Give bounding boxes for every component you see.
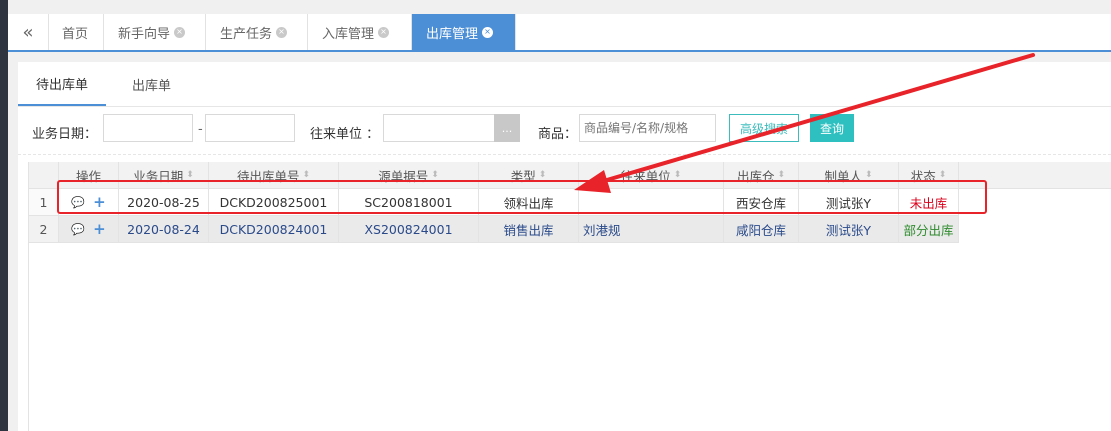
sort-icon[interactable]: ⬍ bbox=[674, 170, 682, 180]
tab-guide[interactable]: 新手向导 × bbox=[104, 14, 206, 50]
tab-bar: « 首页 新手向导 × 生产任务 × 入库管理 × 出库管理 × bbox=[8, 14, 1111, 52]
tab-inbound[interactable]: 入库管理 × bbox=[308, 14, 412, 50]
sort-icon[interactable]: ⬍ bbox=[431, 170, 439, 180]
product-label: 商品： bbox=[538, 127, 578, 142]
collapse-sidebar-icon[interactable]: « bbox=[8, 14, 49, 50]
close-icon[interactable]: × bbox=[378, 26, 390, 38]
header-rownum bbox=[29, 162, 59, 188]
close-icon[interactable]: × bbox=[482, 26, 494, 38]
comment-icon[interactable]: 💬 bbox=[71, 223, 85, 236]
annotation-highlight-box bbox=[57, 180, 987, 214]
advanced-search-button[interactable]: 高级搜索 bbox=[729, 114, 800, 142]
partner-label: 往来单位 ： bbox=[310, 127, 380, 142]
filter-bar: 业务日期： - 往来单位 ： ... 商品： 高级搜索 查询 bbox=[18, 112, 1111, 148]
tab-label: 新手向导 bbox=[118, 26, 171, 42]
sort-icon[interactable]: ⬍ bbox=[539, 170, 547, 180]
cell-type: 销售出库 bbox=[479, 216, 579, 242]
cell-pending-no: DCKD200824001 bbox=[209, 216, 339, 242]
tab-outbound[interactable]: 出库管理 × bbox=[412, 14, 516, 50]
partner-input[interactable] bbox=[383, 114, 495, 142]
row-number: 2 bbox=[29, 216, 59, 242]
cell-warehouse: 咸阳仓库 bbox=[724, 216, 799, 242]
sort-icon[interactable]: ⬍ bbox=[186, 170, 194, 180]
tab-home[interactable]: 首页 bbox=[48, 14, 104, 50]
date-from-input[interactable] bbox=[103, 114, 193, 142]
query-button[interactable]: 查询 bbox=[810, 114, 855, 142]
sub-tab-bar: 待出库单 出库单 bbox=[18, 62, 1111, 107]
business-date-label: 业务日期： bbox=[32, 127, 98, 142]
tab-label: 出库管理 bbox=[426, 26, 479, 42]
tab-label: 生产任务 bbox=[220, 26, 273, 42]
partner-picker-button[interactable]: ... bbox=[494, 114, 520, 142]
cell-source-no: XS200824001 bbox=[339, 216, 479, 242]
tab-label: 首页 bbox=[62, 26, 89, 42]
sort-icon[interactable]: ⬍ bbox=[865, 170, 873, 180]
status-badge: 部分出库 bbox=[899, 216, 959, 242]
outbound-panel: 待出库单 出库单 业务日期： - 往来单位 ： ... 商品： 高级搜索 查询 … bbox=[18, 62, 1111, 431]
date-separator: - bbox=[198, 122, 203, 137]
left-sidebar-edge bbox=[0, 0, 8, 431]
row-actions: 💬 + bbox=[59, 216, 119, 242]
cell-creator: 测试张Y bbox=[799, 216, 899, 242]
tab-label: 入库管理 bbox=[322, 26, 375, 42]
cell-business-date: 2020-08-24 bbox=[119, 216, 209, 242]
sort-icon[interactable]: ⬍ bbox=[939, 170, 947, 180]
sort-icon[interactable]: ⬍ bbox=[302, 170, 310, 180]
plus-icon[interactable]: + bbox=[93, 220, 106, 238]
cell-partner: 刘港规 bbox=[579, 216, 724, 242]
row-number: 1 bbox=[29, 189, 59, 215]
subtab-pending-outbound[interactable]: 待出库单 bbox=[18, 62, 107, 106]
divider bbox=[18, 154, 1111, 155]
close-icon[interactable]: × bbox=[276, 26, 288, 38]
sort-icon[interactable]: ⬍ bbox=[777, 170, 785, 180]
tab-production-task[interactable]: 生产任务 × bbox=[206, 14, 308, 50]
product-search-input[interactable] bbox=[579, 114, 716, 142]
close-icon[interactable]: × bbox=[174, 26, 186, 38]
date-to-input[interactable] bbox=[205, 114, 295, 142]
table-row[interactable]: 2 💬 + 2020-08-24 DCKD200824001 XS2008240… bbox=[29, 216, 959, 243]
subtab-outbound-orders[interactable]: 出库单 bbox=[114, 62, 189, 106]
